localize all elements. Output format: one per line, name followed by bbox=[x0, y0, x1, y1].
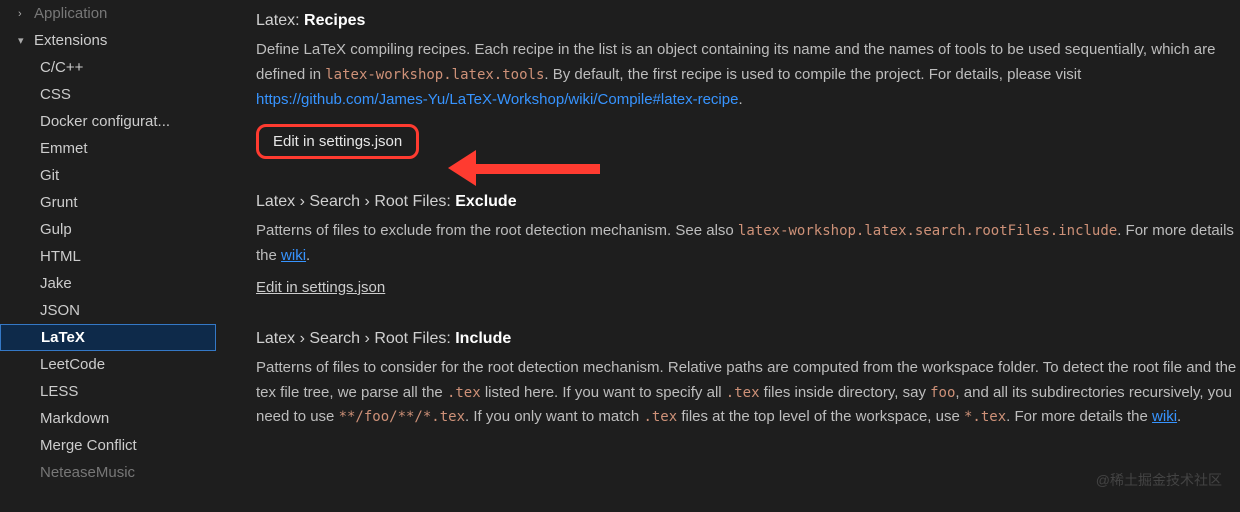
settings-main: Latex: Recipes Define LaTeX compiling re… bbox=[216, 0, 1240, 512]
desc-text: . If you only want to match bbox=[465, 408, 643, 425]
sidebar-item-less[interactable]: LESS bbox=[0, 378, 216, 405]
desc-text: . bbox=[306, 247, 310, 264]
code-literal: latex-workshop.latex.tools bbox=[325, 67, 544, 83]
sidebar-item-neteasemusic[interactable]: NeteaseMusic bbox=[0, 459, 216, 486]
chevron-right-icon: › bbox=[300, 193, 305, 210]
sidebar-item-label: Jake bbox=[40, 275, 72, 292]
sidebar-item-application[interactable]: › Application bbox=[0, 0, 216, 27]
setting-recipes: Latex: Recipes Define LaTeX compiling re… bbox=[256, 12, 1240, 159]
sidebar-item-git[interactable]: Git bbox=[0, 162, 216, 189]
setting-root-files-include: Latex › Search › Root Files: Include Pat… bbox=[256, 330, 1240, 430]
desc-text: . For more details the bbox=[1006, 408, 1152, 425]
setting-crumb: Root Files: bbox=[374, 330, 450, 347]
desc-text: . bbox=[738, 91, 742, 108]
sidebar-item-label: LESS bbox=[40, 383, 78, 400]
setting-root-files-exclude: Latex › Search › Root Files: Exclude Pat… bbox=[256, 193, 1240, 296]
chevron-right-icon: › bbox=[365, 330, 370, 347]
sidebar-item-label: JSON bbox=[40, 302, 80, 319]
setting-prefix: Latex: bbox=[256, 12, 300, 29]
setting-description: Define LaTeX compiling recipes. Each rec… bbox=[256, 38, 1240, 112]
sidebar-item-cpp[interactable]: C/C++ bbox=[0, 54, 216, 81]
sidebar-item-grunt[interactable]: Grunt bbox=[0, 189, 216, 216]
sidebar-item-markdown[interactable]: Markdown bbox=[0, 405, 216, 432]
setting-description: Patterns of files to exclude from the ro… bbox=[256, 219, 1240, 269]
setting-name: Include bbox=[455, 330, 511, 347]
chevron-right-icon: › bbox=[365, 193, 370, 210]
setting-crumb: Latex bbox=[256, 330, 295, 347]
setting-name: Exclude bbox=[455, 193, 516, 210]
settings-sidebar: › Application ▾ Extensions C/C++ CSS Doc… bbox=[0, 0, 216, 512]
desc-text: . bbox=[1177, 408, 1181, 425]
sidebar-item-label: Grunt bbox=[40, 194, 78, 211]
sidebar-item-jake[interactable]: Jake bbox=[0, 270, 216, 297]
desc-text: listed here. If you want to specify all bbox=[481, 384, 726, 401]
chevron-down-icon: ▾ bbox=[18, 34, 30, 47]
sidebar-item-label: Docker configurat... bbox=[40, 113, 170, 130]
doc-link[interactable]: https://github.com/James-Yu/LaTeX-Worksh… bbox=[256, 91, 738, 108]
sidebar-item-label: C/C++ bbox=[40, 59, 83, 76]
sidebar-item-merge-conflict[interactable]: Merge Conflict bbox=[0, 432, 216, 459]
edit-in-settings-link-highlighted[interactable]: Edit in settings.json bbox=[256, 124, 419, 159]
sidebar-item-label: NeteaseMusic bbox=[40, 464, 135, 481]
setting-crumb: Root Files: bbox=[374, 193, 450, 210]
setting-description: Patterns of files to consider for the ro… bbox=[256, 356, 1240, 430]
code-literal: .tex bbox=[447, 385, 481, 401]
desc-text: files inside directory, say bbox=[760, 384, 931, 401]
setting-crumb: Search bbox=[309, 330, 360, 347]
setting-crumb: Search bbox=[309, 193, 360, 210]
sidebar-item-css[interactable]: CSS bbox=[0, 81, 216, 108]
setting-title: Latex › Search › Root Files: Exclude bbox=[256, 193, 1240, 211]
sidebar-item-html[interactable]: HTML bbox=[0, 243, 216, 270]
sidebar-item-label: Application bbox=[34, 5, 107, 22]
sidebar-item-label: LeetCode bbox=[40, 356, 105, 373]
sidebar-item-label: Gulp bbox=[40, 221, 72, 238]
desc-text: files at the top level of the workspace,… bbox=[677, 408, 964, 425]
desc-text: Patterns of files to exclude from the ro… bbox=[256, 222, 738, 239]
sidebar-item-docker[interactable]: Docker configurat... bbox=[0, 108, 216, 135]
code-literal: latex-workshop.latex.search.rootFiles.in… bbox=[738, 223, 1117, 239]
setting-title: Latex: Recipes bbox=[256, 12, 1240, 30]
sidebar-item-label: Markdown bbox=[40, 410, 109, 427]
sidebar-item-label: Merge Conflict bbox=[40, 437, 137, 454]
setting-title: Latex › Search › Root Files: Include bbox=[256, 330, 1240, 348]
sidebar-item-label: LaTeX bbox=[41, 329, 85, 346]
setting-crumb: Latex bbox=[256, 193, 295, 210]
sidebar-item-label: Git bbox=[40, 167, 59, 184]
sidebar-item-label: CSS bbox=[40, 86, 71, 103]
wiki-link[interactable]: wiki bbox=[281, 247, 306, 264]
edit-in-settings-link[interactable]: Edit in settings.json bbox=[256, 279, 385, 296]
sidebar-item-latex[interactable]: LaTeX bbox=[0, 324, 216, 351]
sidebar-item-extensions[interactable]: ▾ Extensions bbox=[0, 27, 216, 54]
sidebar-item-label: Emmet bbox=[40, 140, 88, 157]
chevron-right-icon: › bbox=[18, 8, 30, 20]
code-literal: .tex bbox=[643, 409, 677, 425]
code-literal: **/foo/**/*.tex bbox=[339, 409, 465, 425]
sidebar-item-emmet[interactable]: Emmet bbox=[0, 135, 216, 162]
chevron-right-icon: › bbox=[300, 330, 305, 347]
sidebar-item-json[interactable]: JSON bbox=[0, 297, 216, 324]
sidebar-item-label: Extensions bbox=[34, 32, 107, 49]
watermark: @稀土掘金技术社区 bbox=[1096, 470, 1222, 490]
sidebar-item-label: HTML bbox=[40, 248, 81, 265]
desc-text: . By default, the first recipe is used t… bbox=[544, 66, 1081, 83]
wiki-link[interactable]: wiki bbox=[1152, 408, 1177, 425]
setting-name: Recipes bbox=[304, 12, 365, 29]
code-literal: foo bbox=[930, 385, 955, 401]
code-literal: *.tex bbox=[964, 409, 1006, 425]
sidebar-item-leetcode[interactable]: LeetCode bbox=[0, 351, 216, 378]
sidebar-item-gulp[interactable]: Gulp bbox=[0, 216, 216, 243]
code-literal: .tex bbox=[726, 385, 760, 401]
